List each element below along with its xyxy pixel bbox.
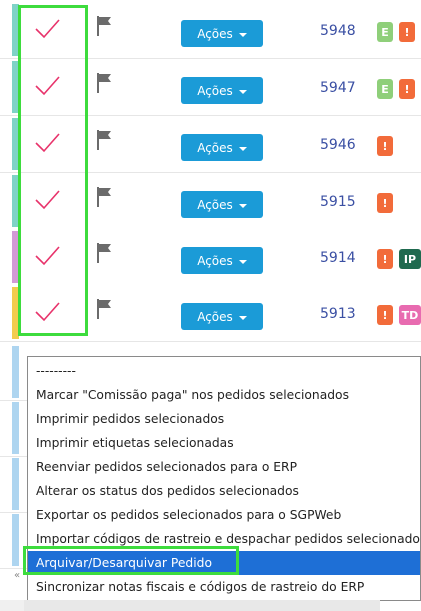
acoes-label: Ações <box>197 197 233 212</box>
table-row: Ações 5914 ! IP <box>0 229 421 286</box>
flag-icon[interactable] <box>96 72 112 94</box>
dropdown-option[interactable]: Reenviar pedidos selecionados para o ERP <box>28 455 420 479</box>
flag-icon[interactable] <box>96 298 112 320</box>
horizontal-scrollbar[interactable] <box>24 600 380 611</box>
table-row: Ações 5948 E! <box>0 2 421 59</box>
acoes-button[interactable]: Ações <box>181 20 263 47</box>
checkmark-icon[interactable] <box>32 14 62 44</box>
table-row: Ações 5947 E! <box>0 59 421 116</box>
acoes-label: Ações <box>197 26 233 41</box>
caret-down-icon <box>238 315 247 320</box>
dropdown-option[interactable]: Arquivar/Desarquivar Pedido <box>28 551 420 575</box>
acoes-button[interactable]: Ações <box>181 134 263 161</box>
table-row: Ações 5915 ! <box>0 173 421 230</box>
order-number[interactable]: 5915 <box>320 194 356 210</box>
status-badge: ! <box>377 193 393 213</box>
status-badge: E <box>377 79 393 99</box>
dropdown-option[interactable]: Exportar os pedidos selecionados para o … <box>28 503 420 527</box>
order-number[interactable]: 5948 <box>320 23 356 39</box>
status-stripe <box>12 231 19 283</box>
acoes-label: Ações <box>197 140 233 155</box>
status-badge: ! <box>377 249 393 269</box>
checkmark-icon[interactable] <box>32 71 62 101</box>
scrollbar-track <box>0 600 24 611</box>
status-stripe <box>12 118 19 170</box>
caret-down-icon <box>238 259 247 264</box>
dropdown-option[interactable]: --------- <box>28 359 420 383</box>
acoes-button[interactable]: Ações <box>181 191 263 218</box>
caret-down-icon <box>238 32 247 37</box>
status-badge: TD <box>399 305 421 325</box>
order-number[interactable]: 5946 <box>320 137 356 153</box>
scroll-left-arrow-icon[interactable]: « <box>14 570 20 581</box>
bulk-actions-dropdown[interactable]: --------- Marcar "Comissão paga" nos pedi… <box>27 356 421 601</box>
flag-icon[interactable] <box>96 186 112 208</box>
flag-icon[interactable] <box>96 242 112 264</box>
status-stripe <box>12 287 19 339</box>
dropdown-option[interactable]: Sincronizar notas fiscais e códigos de r… <box>28 575 420 599</box>
dropdown-option[interactable]: Imprimir pedidos selecionados <box>28 407 420 431</box>
acoes-button[interactable]: Ações <box>181 77 263 104</box>
status-badge: ! <box>377 136 393 156</box>
acoes-label: Ações <box>197 309 233 324</box>
acoes-label: Ações <box>197 253 233 268</box>
status-badge: ! <box>399 22 415 42</box>
acoes-label: Ações <box>197 83 233 98</box>
checkmark-icon[interactable] <box>32 241 62 271</box>
checkmark-icon[interactable] <box>32 185 62 215</box>
order-number[interactable]: 5947 <box>320 80 356 96</box>
dropdown-option[interactable]: Alterar os status dos pedidos selecionad… <box>28 479 420 503</box>
status-stripe <box>12 4 19 56</box>
order-number[interactable]: 5913 <box>320 306 356 322</box>
caret-down-icon <box>238 203 247 208</box>
order-number[interactable]: 5914 <box>320 250 356 266</box>
acoes-button[interactable]: Ações <box>181 303 263 330</box>
checkmark-icon[interactable] <box>32 297 62 327</box>
dropdown-option[interactable]: Marcar "Comissão paga" nos pedidos selec… <box>28 383 420 407</box>
status-stripe <box>12 61 19 113</box>
status-badge: IP <box>399 249 421 269</box>
caret-down-icon <box>238 146 247 151</box>
dropdown-option[interactable]: Imprimir etiquetas selecionadas <box>28 431 420 455</box>
checkmark-icon[interactable] <box>32 128 62 158</box>
acoes-button[interactable]: Ações <box>181 247 263 274</box>
status-badge: ! <box>399 79 415 99</box>
flag-icon[interactable] <box>96 15 112 37</box>
flag-icon[interactable] <box>96 129 112 151</box>
status-stripe <box>12 175 19 227</box>
dropdown-option[interactable]: Importar códigos de rastreio e despachar… <box>28 527 420 551</box>
table-row: Ações 5913 ! TD <box>0 285 421 342</box>
caret-down-icon <box>238 89 247 94</box>
status-badge: E <box>377 22 393 42</box>
table-row: Ações 5946 ! <box>0 116 421 173</box>
status-badge: ! <box>377 305 393 325</box>
